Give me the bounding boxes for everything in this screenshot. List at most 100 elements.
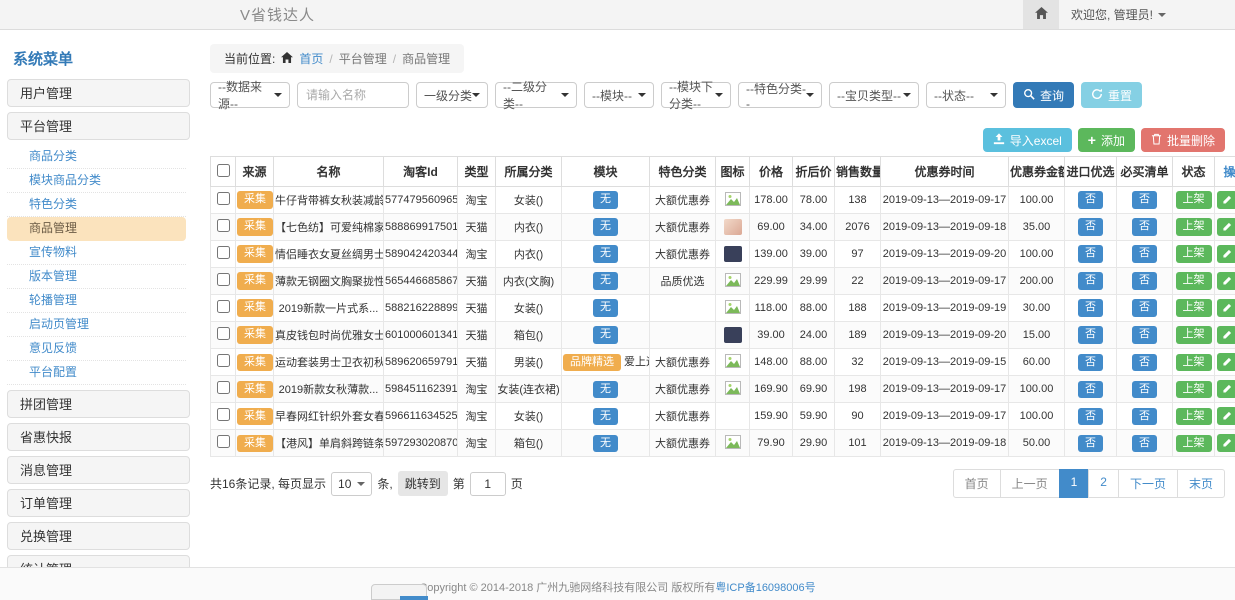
row-checkbox[interactable] [217,219,230,232]
must-buy-toggle-badge[interactable]: 否 [1132,381,1157,398]
filter-select[interactable]: --状态-- [926,82,1006,108]
breadcrumb-home-link[interactable]: 首页 [299,50,323,67]
edit-button[interactable] [1217,272,1235,290]
module-none-badge[interactable]: 无 [593,381,618,398]
must-buy-toggle-badge[interactable]: 否 [1132,245,1157,262]
edit-button[interactable] [1217,218,1235,236]
filter-select[interactable]: --二级分类-- [495,82,577,108]
module-none-badge[interactable]: 无 [593,326,618,343]
import-toggle-badge[interactable]: 否 [1078,191,1103,208]
import-toggle-badge[interactable]: 否 [1078,435,1103,452]
module-none-badge[interactable]: 无 [593,408,618,425]
edit-button[interactable] [1217,191,1235,209]
sidebar-subitem[interactable]: 启动页管理 [7,313,186,337]
import-toggle-badge[interactable]: 否 [1078,218,1103,235]
must-buy-toggle-badge[interactable]: 否 [1132,191,1157,208]
sidebar-subitem[interactable]: 商品管理 [7,217,186,241]
import-toggle-badge[interactable]: 否 [1078,245,1103,262]
sidebar-panel[interactable]: 兑换管理 [7,522,190,550]
must-buy-toggle-badge[interactable]: 否 [1132,326,1157,343]
status-badge[interactable]: 上架 [1176,326,1212,343]
edit-button[interactable] [1217,407,1235,425]
row-checkbox[interactable] [217,354,230,367]
must-buy-toggle-badge[interactable]: 否 [1132,299,1157,316]
status-badge[interactable]: 上架 [1176,435,1212,452]
module-none-badge[interactable]: 无 [593,191,618,208]
sidebar-subitem[interactable]: 意见反馈 [7,337,186,361]
per-page-select[interactable]: 10 [331,472,372,496]
edit-button[interactable] [1217,245,1235,263]
sidebar-subitem[interactable]: 特色分类 [7,193,186,217]
import-toggle-badge[interactable]: 否 [1078,354,1103,371]
icp-link[interactable]: 粤ICP备16098006号 [715,582,815,594]
home-button[interactable] [1023,0,1059,29]
module-none-badge[interactable]: 无 [593,299,618,316]
page-button[interactable]: 末页 [1177,469,1225,498]
import-toggle-badge[interactable]: 否 [1078,272,1103,289]
must-buy-toggle-badge[interactable]: 否 [1132,218,1157,235]
row-checkbox[interactable] [217,327,230,340]
edit-button[interactable] [1217,434,1235,452]
row-checkbox[interactable] [217,273,230,286]
status-badge[interactable]: 上架 [1176,245,1212,262]
page-button[interactable]: 首页 [953,469,1001,498]
filter-select[interactable]: --模块下分类-- [661,82,731,108]
row-checkbox[interactable] [217,408,230,421]
reset-button[interactable]: 重置 [1081,82,1142,108]
sidebar-subitem[interactable]: 轮播管理 [7,289,186,313]
import-excel-button[interactable]: 导入excel [983,128,1072,152]
sidebar-panel[interactable]: 消息管理 [7,456,190,484]
status-badge[interactable]: 上架 [1176,381,1212,398]
user-menu[interactable]: 欢迎您, 管理员! [1071,6,1221,23]
row-checkbox[interactable] [217,246,230,259]
select-all-checkbox[interactable] [217,164,230,177]
filter-select[interactable]: --模块-- [584,82,654,108]
module-badge[interactable]: 品牌精选 [563,354,621,371]
page-button[interactable]: 上一页 [1000,469,1060,498]
row-checkbox[interactable] [217,300,230,313]
import-toggle-badge[interactable]: 否 [1078,408,1103,425]
jump-button[interactable]: 跳转到 [398,471,448,496]
sidebar-panel[interactable]: 平台管理 [7,112,190,140]
filter-select[interactable]: --数据来源-- [210,82,290,108]
sidebar-panel[interactable]: 用户管理 [7,79,190,107]
page-button[interactable]: 下一页 [1118,469,1178,498]
sidebar-subitem[interactable]: 宣传物料 [7,241,186,265]
row-checkbox[interactable] [217,435,230,448]
status-badge[interactable]: 上架 [1176,218,1212,235]
page-button[interactable]: 2 [1088,469,1119,498]
status-badge[interactable]: 上架 [1176,408,1212,425]
edit-button[interactable] [1217,326,1235,344]
status-badge[interactable]: 上架 [1176,272,1212,289]
sidebar-panel[interactable]: 统计管理 [7,555,190,567]
row-checkbox[interactable] [217,192,230,205]
must-buy-toggle-badge[interactable]: 否 [1132,272,1157,289]
edit-button[interactable] [1217,380,1235,398]
edit-button[interactable] [1217,299,1235,317]
must-buy-toggle-badge[interactable]: 否 [1132,435,1157,452]
must-buy-toggle-badge[interactable]: 否 [1132,354,1157,371]
sidebar-subitem[interactable]: 模块商品分类 [7,169,186,193]
page-button[interactable]: 1 [1059,469,1090,498]
jump-page-input[interactable] [470,472,506,496]
filter-select[interactable]: --宝贝类型-- [829,82,919,108]
sidebar-subitem[interactable]: 版本管理 [7,265,186,289]
sidebar-panel[interactable]: 订单管理 [7,489,190,517]
module-none-badge[interactable]: 无 [593,272,618,289]
import-toggle-badge[interactable]: 否 [1078,299,1103,316]
query-button[interactable]: 查询 [1013,82,1074,108]
add-button[interactable]: + 添加 [1078,128,1135,152]
must-buy-toggle-badge[interactable]: 否 [1132,408,1157,425]
import-toggle-badge[interactable]: 否 [1078,326,1103,343]
sidebar-subitem[interactable]: 平台配置 [7,361,186,385]
row-checkbox[interactable] [217,381,230,394]
module-none-badge[interactable]: 无 [593,218,618,235]
module-none-badge[interactable]: 无 [593,435,618,452]
batch-delete-button[interactable]: 批量删除 [1141,128,1225,152]
status-badge[interactable]: 上架 [1176,191,1212,208]
filter-select[interactable]: --特色分类-- [738,82,822,108]
edit-button[interactable] [1217,353,1235,371]
name-search-input[interactable] [297,82,409,108]
status-badge[interactable]: 上架 [1176,354,1212,371]
import-toggle-badge[interactable]: 否 [1078,381,1103,398]
